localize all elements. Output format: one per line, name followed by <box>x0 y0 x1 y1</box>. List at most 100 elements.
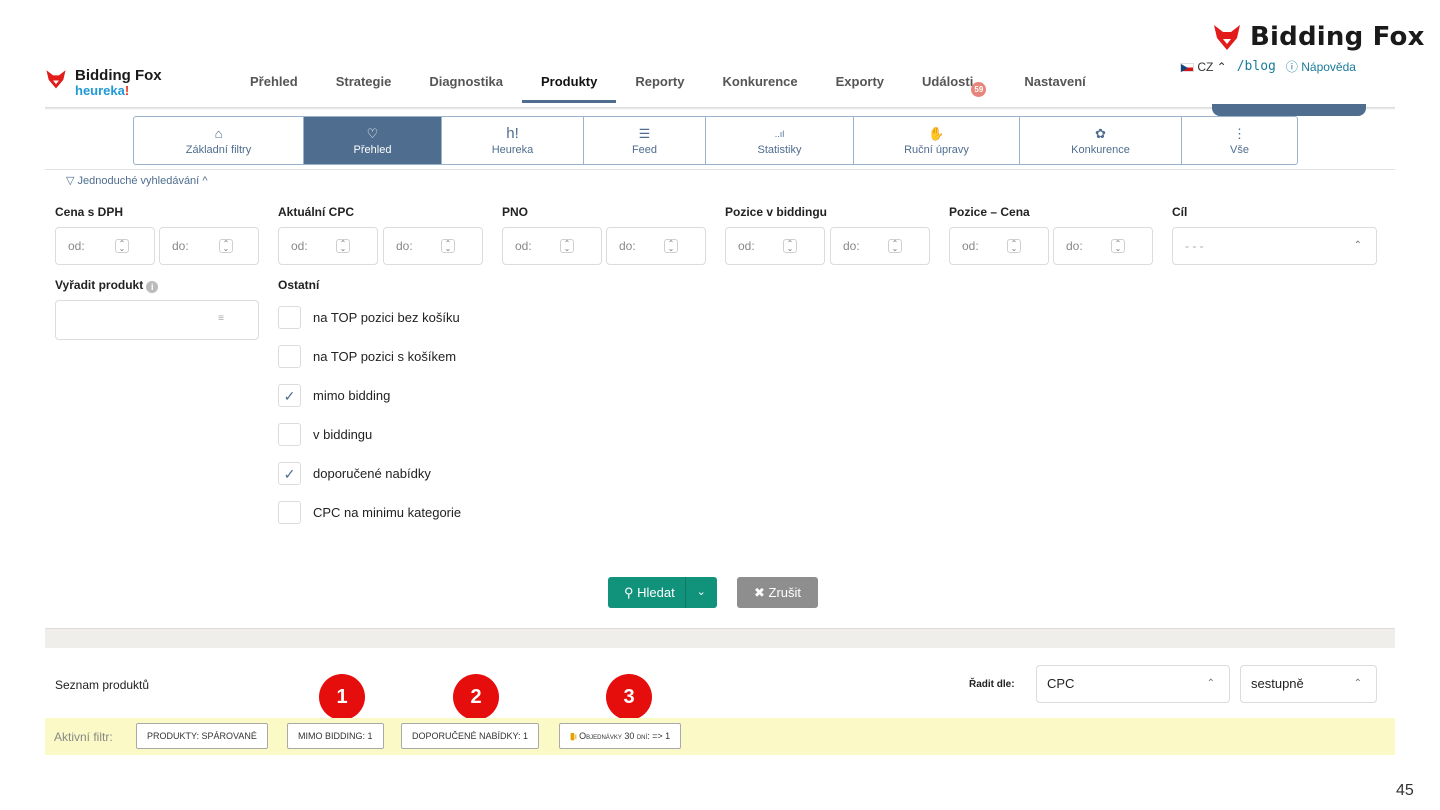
chevron-updown-icon: ⌃ <box>1353 678 1362 689</box>
checkbox-label: na TOP pozici bez košíku <box>313 310 460 325</box>
nav-item-udalosti[interactable]: Události59 <box>903 73 1005 103</box>
spinner-icon[interactable]: ⌃ ⌄ <box>560 239 574 253</box>
tab-zakladni-filtry[interactable]: ⌂ Základní filtry <box>134 117 304 164</box>
label-pno: PNO <box>502 205 529 219</box>
nav-item-diagnostika[interactable]: Diagnostika <box>410 73 522 103</box>
cancel-label: Zrušit <box>768 585 802 600</box>
pozice-from-input[interactable]: od: ⌃ ⌄ <box>725 227 825 265</box>
tab-label: Heureka <box>491 143 534 156</box>
nav-item-nastaveni[interactable]: Nastavení <box>1005 73 1104 103</box>
simple-search-toggle[interactable]: ▽ Jednoduché vyhledávání ^ <box>66 174 207 187</box>
pno-to-input[interactable]: do: ⌃ ⌄ <box>606 227 706 265</box>
tab-statistiky[interactable]: ..ıl Statistiky <box>706 117 854 164</box>
close-icon: ✖ <box>754 585 765 600</box>
heart-icon: ♡ <box>366 125 379 141</box>
app-root: Bidding Fox CZ ⌃ /blog ⓘ Nápověda Biddin… <box>0 0 1440 810</box>
collapse-tab-handle[interactable] <box>1212 104 1366 116</box>
label-ostatni: Ostatní <box>278 278 320 292</box>
nav-item-strategie[interactable]: Strategie <box>317 73 411 103</box>
tab-rucni-upravy[interactable]: ✋ Ruční úpravy <box>854 117 1020 164</box>
search-button[interactable]: ⚲ Hledat <box>608 577 685 608</box>
check-mimo-bidding[interactable]: ✓ mimo bidding <box>278 384 390 407</box>
check-cpc-minimum[interactable]: CPC na minimu kategorie <box>278 501 461 524</box>
cpc-from-input[interactable]: od: ⌃ ⌄ <box>278 227 378 265</box>
spinner-icon[interactable]: ⌃ ⌄ <box>219 239 233 253</box>
pozice-cena-from-input[interactable]: od: ⌃ ⌄ <box>949 227 1049 265</box>
spinner-icon[interactable]: ⌃ ⌄ <box>664 239 678 253</box>
annotation-marker-2: 2 <box>453 674 499 720</box>
filter-chip-sparovane[interactable]: PRODUKTY: SPÁROVANÉ <box>136 723 268 749</box>
nav-item-exporty[interactable]: Exporty <box>817 73 903 103</box>
spinner-icon[interactable]: ⌃ ⌄ <box>1111 239 1125 253</box>
pozice-to-input[interactable]: do: ⌃ ⌄ <box>830 227 930 265</box>
checkbox[interactable]: ✓ <box>278 462 301 485</box>
tabs-divider <box>45 169 1395 170</box>
tab-prehled[interactable]: ♡ Přehled <box>304 117 442 164</box>
checkbox[interactable] <box>278 501 301 524</box>
checkbox[interactable] <box>278 306 301 329</box>
heureka-label: heureka! <box>75 83 130 98</box>
checkbox[interactable] <box>278 423 301 446</box>
tab-label: Konkurence <box>1071 143 1130 156</box>
signal-icon: ..ıl <box>774 128 785 139</box>
cpc-to-input[interactable]: do: ⌃ ⌄ <box>383 227 483 265</box>
check-top-s-kosikem[interactable]: na TOP pozici s košíkem <box>278 345 456 368</box>
nav-menu: Přehled Strategie Diagnostika Produkty R… <box>231 73 1105 103</box>
nav-divider <box>45 107 1395 110</box>
nav-item-prehled[interactable]: Přehled <box>231 73 317 103</box>
tab-vse[interactable]: ⋮ Vše <box>1182 117 1297 164</box>
spinner-icon[interactable]: ⌃ ⌄ <box>441 239 455 253</box>
checkbox[interactable]: ✓ <box>278 384 301 407</box>
tab-label: Přehled <box>353 143 392 156</box>
label-cena: Cena s DPH <box>55 205 124 219</box>
tab-feed[interactable]: ☰ Feed <box>584 117 706 164</box>
brand-logo[interactable]: Bidding Fox heureka! <box>45 68 162 98</box>
nav-item-produkty[interactable]: Produkty <box>522 73 617 103</box>
label-pozice: Pozice v biddingu <box>725 205 828 219</box>
tab-konkurence[interactable]: ✿ Konkurence <box>1020 117 1182 164</box>
hand-icon: ✋ <box>928 125 945 141</box>
spinner-icon[interactable]: ⌃ ⌄ <box>783 239 797 253</box>
home-icon: ⌂ <box>214 125 223 141</box>
label-vyradit: Vyřadit produkt i <box>55 278 159 293</box>
pno-from-input[interactable]: od: ⌃ ⌄ <box>502 227 602 265</box>
tab-label: Feed <box>631 143 658 156</box>
spinner-icon[interactable]: ⌃ ⌄ <box>888 239 902 253</box>
fox-logo-icon <box>46 70 66 89</box>
chevron-down-icon: ⌄ <box>696 586 706 598</box>
search-dropdown-button[interactable]: ⌄ <box>684 577 717 608</box>
label-cpc: Aktuální CPC <box>278 205 355 219</box>
check-doporucene[interactable]: ✓ doporučené nabídky <box>278 462 431 485</box>
competition-icon: ✿ <box>1095 125 1106 141</box>
sort-direction-select[interactable]: sestupně ⌃ <box>1240 665 1377 703</box>
spinner-icon[interactable]: ⌃ ⌄ <box>1007 239 1021 253</box>
cancel-button[interactable]: ✖ Zrušit <box>737 577 819 608</box>
tab-heureka[interactable]: h! Heureka <box>442 117 584 164</box>
top-navigation: Bidding Fox heureka! Přehled Strategie D… <box>45 64 1395 108</box>
filter-chip-doporucene[interactable]: DOPORUČENÉ NABÍDKY: 1 <box>401 723 540 749</box>
vyradit-input[interactable]: ≡ <box>55 300 259 340</box>
cena-from-input[interactable]: od: ⌃ ⌄ <box>55 227 155 265</box>
simple-search-label: Jednoduché vyhledávání <box>77 175 200 187</box>
cil-select[interactable]: - - - ⌃ <box>1172 227 1377 265</box>
chevron-up-icon: ^ <box>202 175 208 187</box>
heureka-icon: h! <box>506 124 519 142</box>
info-icon[interactable]: i <box>146 281 159 293</box>
filter-chip-objednavky[interactable]: ▮ı Objednávky 30 dní: => 1 <box>559 723 682 749</box>
sort-by-select[interactable]: CPC ⌃ <box>1036 665 1230 703</box>
cena-to-input[interactable]: do: ⌃ ⌄ <box>159 227 259 265</box>
nav-item-konkurence[interactable]: Konkurence <box>703 73 816 103</box>
annotation-marker-3: 3 <box>606 674 652 720</box>
check-v-biddingu[interactable]: v biddingu <box>278 423 372 446</box>
nav-item-reporty[interactable]: Reporty <box>616 73 703 103</box>
check-top-bez-kosiku[interactable]: na TOP pozici bez košíku <box>278 306 460 329</box>
search-label: Hledat <box>637 585 675 600</box>
section-separator <box>45 628 1395 648</box>
pozice-cena-to-input[interactable]: do: ⌃ ⌄ <box>1053 227 1153 265</box>
checkbox[interactable] <box>278 345 301 368</box>
spinner-icon[interactable]: ⌃ ⌄ <box>115 239 129 253</box>
spinner-icon[interactable]: ⌃ ⌄ <box>336 239 350 253</box>
events-badge: 59 <box>971 82 987 97</box>
list-icon: ☰ <box>638 125 651 141</box>
filter-chip-mimo-bidding[interactable]: MIMO BIDDING: 1 <box>287 723 384 749</box>
